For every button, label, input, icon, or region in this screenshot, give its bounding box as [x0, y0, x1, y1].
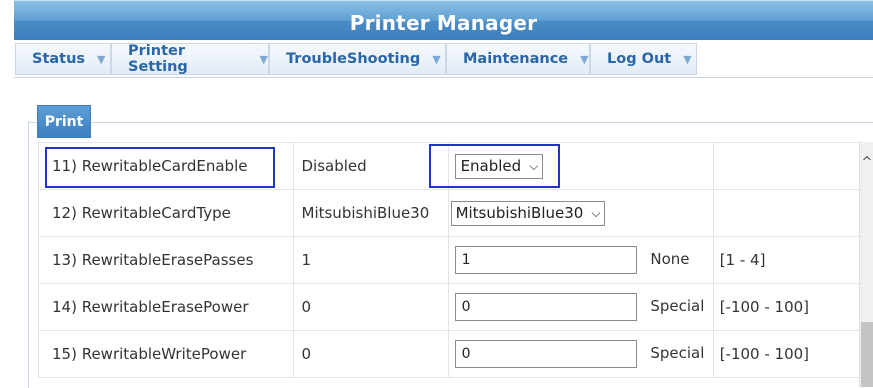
menu-maintenance[interactable]: Maintenance ▼: [446, 43, 590, 75]
input-value: 0: [461, 346, 471, 362]
setting-label: 14) RewritableErasePower: [38, 283, 294, 331]
input-value: 0: [461, 299, 471, 315]
menu-label: Maintenance: [463, 51, 569, 67]
value-cell: 1 None: [447, 236, 714, 284]
erase-power-input[interactable]: 0: [454, 293, 637, 321]
chevron-down-icon: ⌵: [591, 205, 601, 220]
menu-label: Printer Setting: [128, 43, 188, 75]
current-value: 1: [292, 236, 449, 284]
range-cell: [1 - 4]: [712, 236, 873, 284]
menu-label: Status: [32, 51, 86, 67]
chevron-down-icon: ▼: [97, 52, 106, 66]
table-row: 12) RewritableCardType MitsubishiBlue30 …: [38, 189, 873, 237]
value-cell: MitsubishiBlue30 ⌵: [447, 189, 714, 237]
value-cell: 0 Special: [447, 283, 714, 331]
menu-printer-setting[interactable]: Printer Setting ▼: [111, 43, 269, 75]
highlight-box: [429, 144, 560, 188]
app-title: Printer Manager: [349, 11, 538, 35]
value-cell: 0 Special: [447, 330, 714, 378]
setting-label: 15) RewritableWritePower: [38, 330, 294, 378]
range-label: [-100 - 100]: [719, 345, 810, 363]
input-value: 1: [461, 252, 471, 268]
chevron-down-icon: ▼: [432, 52, 441, 66]
menu-troubleshooting[interactable]: TroubleShooting ▼: [269, 43, 446, 75]
highlight-box: [45, 147, 275, 188]
unit-label: Special: [650, 297, 705, 315]
current-value: 0: [292, 283, 449, 331]
print-legend: Print: [37, 105, 91, 138]
range-cell: [-100 - 100]: [712, 283, 873, 331]
range-label: [-100 - 100]: [719, 298, 810, 316]
rewritable-card-type-select[interactable]: MitsubishiBlue30 ⌵: [450, 200, 606, 226]
range-cell: [712, 142, 873, 190]
scroll-up-icon[interactable]: ^: [860, 156, 873, 170]
range-cell: [712, 189, 873, 237]
current-value: MitsubishiBlue30: [292, 189, 449, 237]
menu-label: Log Out: [607, 51, 672, 67]
menu-status[interactable]: Status ▼: [15, 43, 111, 75]
erase-passes-input[interactable]: 1: [454, 246, 637, 274]
vertical-scrollbar[interactable]: ^: [859, 142, 873, 387]
app-header: Printer Manager: [14, 0, 873, 40]
chevron-down-icon: ▼: [683, 52, 692, 66]
main-menu: Status ▼ Printer Setting ▼ TroubleShooti…: [14, 40, 873, 78]
menu-log-out[interactable]: Log Out ▼: [590, 43, 697, 75]
chevron-down-icon: ▼: [580, 52, 589, 66]
table-row: 14) RewritableErasePower 0 0 Special [-1…: [38, 283, 873, 331]
table-row: 15) RewritableWritePower 0 0 Special [-1…: [38, 330, 873, 378]
range-label: [1 - 4]: [719, 251, 766, 269]
unit-label: None: [650, 250, 690, 268]
select-value: MitsubishiBlue30: [455, 204, 584, 222]
current-value: 0: [292, 330, 449, 378]
current-value: Disabled: [292, 142, 449, 190]
table-row: 13) RewritableErasePasses 1 1 None [1 - …: [38, 236, 873, 284]
window-edge: [0, 0, 14, 387]
setting-label: 13) RewritableErasePasses: [38, 236, 294, 284]
menu-label: TroubleShooting: [286, 51, 421, 67]
setting-label: 12) RewritableCardType: [38, 189, 294, 237]
write-power-input[interactable]: 0: [454, 340, 637, 368]
unit-label: Special: [650, 344, 705, 362]
scroll-thumb[interactable]: [861, 322, 873, 387]
range-cell: [-100 - 100]: [712, 330, 873, 378]
chevron-down-icon: ▼: [259, 52, 268, 66]
